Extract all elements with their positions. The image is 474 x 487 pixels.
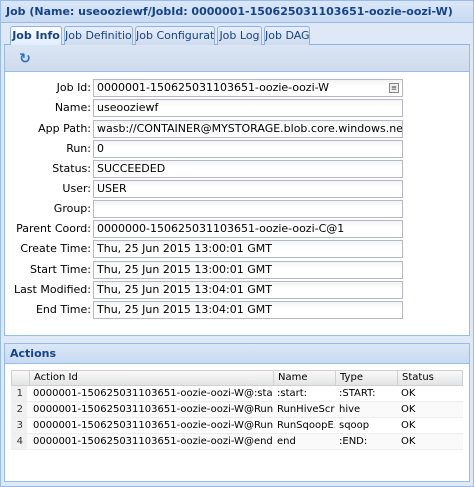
tab-job-configuration[interactable]: Job Configuration: [135, 26, 215, 45]
app-path-row: App Path: wasb://CONTAINER@MYSTORAGE.blo…: [5, 120, 471, 138]
last-modified-field[interactable]: Thu, 25 Jun 2015 13:04:01 GMT: [93, 281, 403, 299]
table-row[interactable]: 1 0000001-150625031103651-oozie-oozi-W@:…: [11, 386, 463, 402]
end-time-field[interactable]: Thu, 25 Jun 2015 13:04:01 GMT: [93, 301, 403, 319]
action-name-cell: RunSqoopE...: [277, 420, 335, 431]
column-header-type[interactable]: Type: [336, 371, 398, 385]
start-time-row: Start Time: Thu, 25 Jun 2015 13:00:01 GM…: [5, 261, 471, 279]
parent-coord-field[interactable]: 0000000-150625031103651-oozie-oozi-C@1: [93, 220, 403, 238]
table-row[interactable]: 2 0000001-150625031103651-oozie-oozi-W@R…: [11, 402, 463, 418]
actions-panel: Actions Action Id Name Type Status 1 000…: [4, 343, 470, 482]
run-field[interactable]: 0: [93, 140, 403, 158]
group-row: Group:: [5, 200, 471, 218]
grid-header: Action Id Name Type Status: [11, 370, 463, 386]
actions-grid: Action Id Name Type Status 1 0000001-150…: [11, 370, 463, 450]
action-name-cell: RunHiveScript: [277, 404, 335, 415]
row-number: 4: [11, 434, 27, 449]
user-row: User: USER: [5, 180, 471, 198]
action-id-cell: 0000001-150625031103651-oozie-oozi-W@Run…: [33, 420, 273, 431]
tab-job-definition[interactable]: Job Definition: [64, 26, 133, 45]
refresh-icon[interactable]: ↻: [17, 51, 33, 67]
create-time-field[interactable]: Thu, 25 Jun 2015 13:00:01 GMT: [93, 240, 403, 258]
action-type-cell: hive: [339, 404, 361, 415]
user-field[interactable]: USER: [93, 180, 403, 198]
end-time-label: End Time:: [35, 303, 91, 316]
user-label: User:: [62, 182, 91, 195]
action-type-cell: :END:: [339, 436, 368, 447]
job-id-field[interactable]: 0000001-150625031103651-oozie-oozi-W ≡: [93, 79, 403, 97]
field-trigger-icon[interactable]: ≡: [389, 83, 399, 93]
job-id-label: Job Id:: [56, 81, 91, 94]
tab-job-log[interactable]: Job Log: [217, 26, 262, 45]
name-row: Name: useooziewf: [5, 99, 471, 117]
tab-bar: Job Info Job Definition Job Configuratio…: [4, 25, 470, 46]
table-row[interactable]: 3 0000001-150625031103651-oozie-oozi-W@R…: [11, 418, 463, 434]
window-title: Job (Name: useooziewf/JobId: 0000001-150…: [1, 1, 473, 23]
status-label: Status:: [52, 162, 91, 175]
create-time-label: Create Time:: [20, 242, 91, 255]
run-label: Run:: [66, 142, 91, 155]
app-path-field[interactable]: wasb://CONTAINER@MYSTORAGE.blob.core.win…: [93, 120, 403, 138]
column-header-name[interactable]: Name: [274, 371, 336, 385]
action-id-cell: 0000001-150625031103651-oozie-oozi-W@end: [33, 436, 273, 447]
action-id-cell: 0000001-150625031103651-oozie-oozi-W@:st…: [33, 388, 273, 399]
action-type-cell: sqoop: [339, 420, 370, 431]
row-number: 2: [11, 402, 27, 417]
row-number-header: [12, 371, 30, 385]
parent-coord-label: Parent Coord:: [16, 222, 91, 235]
tab-job-dag[interactable]: Job DAG: [264, 26, 310, 45]
action-name-cell: :start:: [277, 388, 308, 399]
group-label: Group:: [53, 202, 91, 215]
actions-title: Actions: [5, 344, 469, 364]
last-modified-label: Last Modified:: [13, 283, 91, 296]
action-status-cell: OK: [401, 388, 416, 399]
job-info-panel: ↻ Job Id: 0000001-150625031103651-oozie-…: [4, 45, 470, 336]
last-modified-row: Last Modified: Thu, 25 Jun 2015 13:04:01…: [5, 281, 471, 299]
name-field[interactable]: useooziewf: [93, 99, 403, 117]
job-window: Job (Name: useooziewf/JobId: 0000001-150…: [0, 0, 474, 487]
parent-coord-row: Parent Coord: 0000000-150625031103651-oo…: [5, 220, 471, 238]
job-id-row: Job Id: 0000001-150625031103651-oozie-oo…: [5, 79, 471, 97]
start-time-field[interactable]: Thu, 25 Jun 2015 13:00:01 GMT: [93, 261, 403, 279]
name-label: Name:: [54, 101, 91, 114]
run-row: Run: 0: [5, 140, 471, 158]
status-field[interactable]: SUCCEEDED: [93, 160, 403, 178]
status-row: Status: SUCCEEDED: [5, 160, 471, 178]
tab-job-info[interactable]: Job Info: [10, 26, 62, 46]
action-name-cell: end: [277, 436, 296, 447]
action-type-cell: :START:: [339, 388, 376, 399]
job-id-value: 0000001-150625031103651-oozie-oozi-W: [97, 81, 330, 94]
table-row[interactable]: 4 0000001-150625031103651-oozie-oozi-W@e…: [11, 434, 463, 450]
column-header-action-id[interactable]: Action Id: [30, 371, 274, 385]
action-id-cell: 0000001-150625031103651-oozie-oozi-W@Run…: [33, 404, 273, 415]
create-time-row: Create Time: Thu, 25 Jun 2015 13:00:01 G…: [5, 240, 471, 258]
end-time-row: End Time: Thu, 25 Jun 2015 13:04:01 GMT: [5, 301, 471, 319]
row-number: 3: [11, 418, 27, 433]
start-time-label: Start Time:: [30, 263, 91, 276]
action-status-cell: OK: [401, 436, 416, 447]
column-header-status[interactable]: Status: [398, 371, 462, 385]
app-path-label: App Path:: [38, 122, 91, 135]
action-status-cell: OK: [401, 420, 416, 431]
toolbar: ↻: [5, 45, 469, 72]
group-field[interactable]: [93, 200, 403, 218]
row-number: 1: [11, 386, 27, 401]
action-status-cell: OK: [401, 404, 416, 415]
